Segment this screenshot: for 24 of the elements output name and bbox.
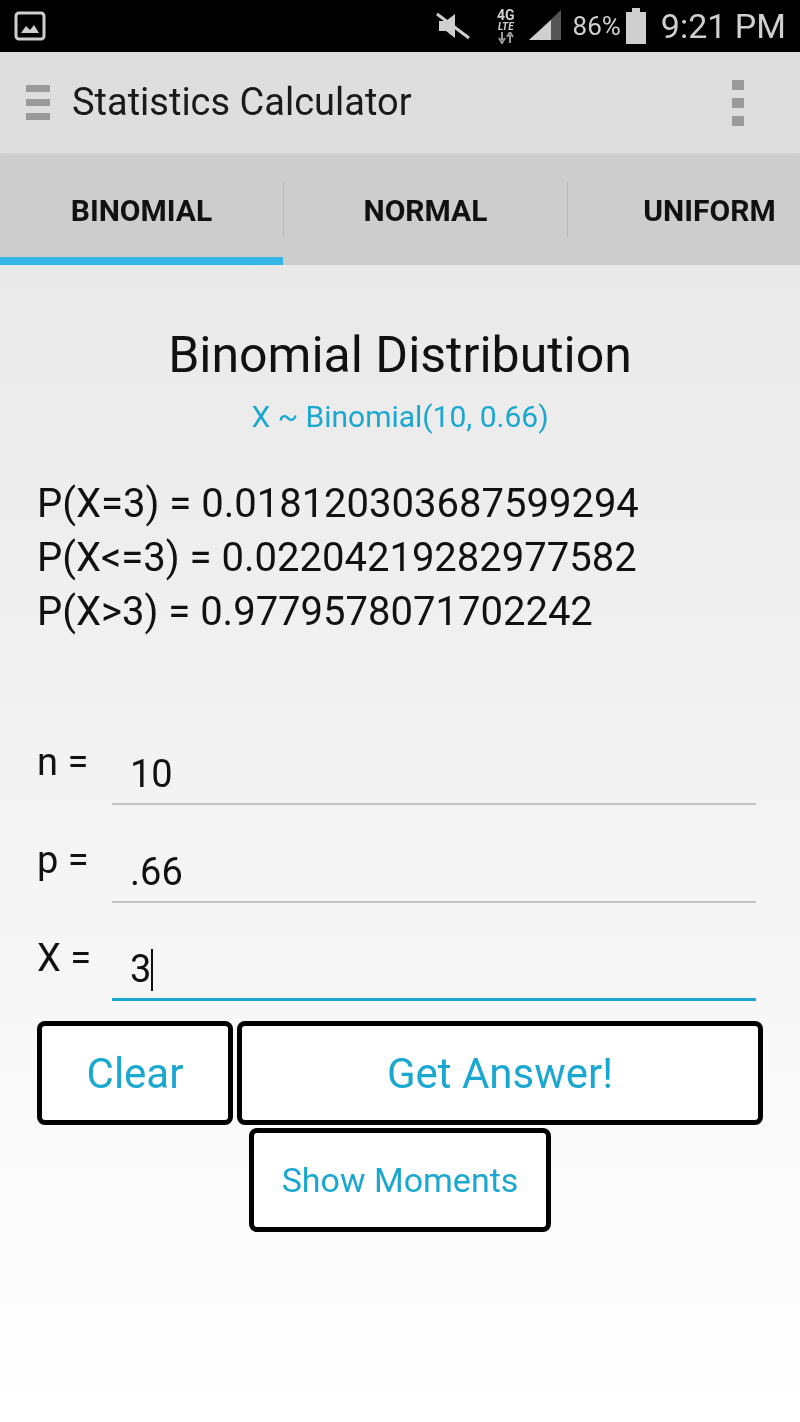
menu-icon[interactable] bbox=[26, 84, 50, 121]
input-field[interactable]: 3 bbox=[112, 941, 756, 1001]
input-field[interactable]: 10 bbox=[112, 745, 756, 805]
result-line: P(X>3) = 0.9779578071702242 bbox=[37, 587, 594, 637]
field-label: n = bbox=[37, 739, 90, 786]
overflow-menu-icon[interactable] bbox=[732, 79, 744, 126]
battery-icon bbox=[624, 8, 647, 44]
field-label: p = bbox=[37, 837, 90, 884]
result-line: P(X<=3) = 0.02204219282977582 bbox=[37, 533, 638, 583]
clock: 9:21 PM bbox=[660, 4, 786, 48]
distribution-heading: Binomial Distribution bbox=[167, 325, 633, 385]
gallery-icon bbox=[14, 11, 46, 41]
battery-percent: 86% bbox=[572, 9, 621, 43]
tab[interactable]: UNIFORM bbox=[568, 155, 800, 265]
app-title: Statistics Calculator bbox=[72, 79, 413, 126]
network-type-text: 4G bbox=[497, 8, 515, 22]
field-label: X = bbox=[37, 935, 93, 982]
tab[interactable]: NORMAL bbox=[284, 155, 567, 265]
network-type-text: LTE bbox=[498, 22, 514, 32]
input-field[interactable]: .66 bbox=[112, 843, 756, 903]
data-arrows-icon bbox=[497, 32, 514, 44]
result-line: P(X=3) = 0.018120303687599294 bbox=[37, 479, 640, 529]
mute-icon bbox=[435, 11, 471, 41]
distribution-formula: X ~ Binomial(10, 0.66) bbox=[250, 398, 550, 436]
